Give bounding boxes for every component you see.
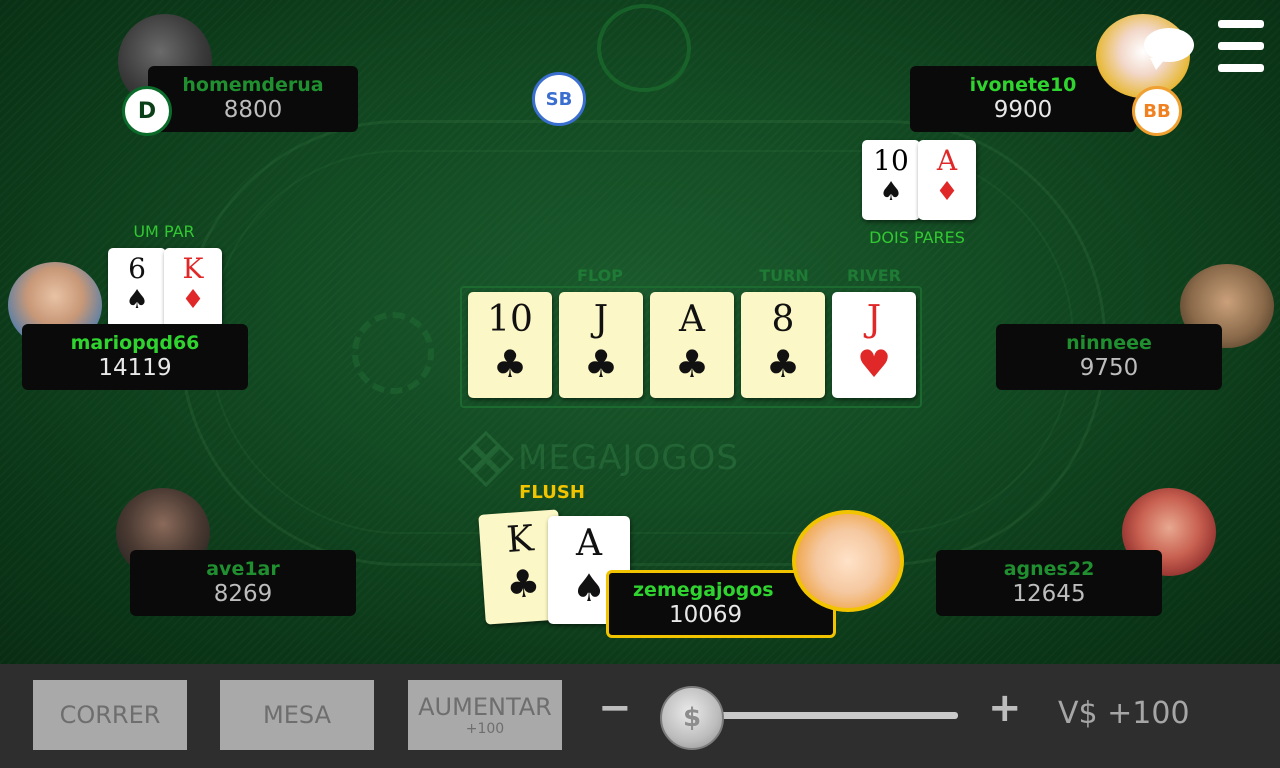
fold-label: CORRER bbox=[59, 701, 161, 729]
chat-bubble-icon[interactable] bbox=[1144, 28, 1194, 70]
raise-button[interactable]: AUMENTAR +100 bbox=[408, 680, 562, 750]
card-suit: ♦ bbox=[181, 285, 205, 315]
minus-icon: − bbox=[598, 685, 632, 731]
player-stack: 9750 bbox=[1079, 355, 1139, 381]
card-suit: ♠ bbox=[879, 177, 903, 207]
card-suit: ♣ bbox=[504, 560, 542, 608]
menu-icon[interactable] bbox=[1218, 20, 1264, 72]
big-blind-marker: BB bbox=[1132, 86, 1182, 136]
card-rank: 10 bbox=[873, 144, 909, 177]
player-card: 6 ♠ bbox=[108, 248, 166, 328]
raise-amount: +100 bbox=[465, 721, 505, 737]
player-card: A ♦ bbox=[918, 140, 976, 220]
river-label: RIVER bbox=[847, 266, 901, 285]
watermark-text: MEGAJOGOS bbox=[518, 438, 739, 478]
seat-homemderua[interactable]: homemderua 8800 bbox=[148, 66, 358, 132]
chip-decoration-icon bbox=[352, 312, 434, 394]
player-name: homemderua bbox=[182, 74, 324, 96]
plus-icon: + bbox=[988, 685, 1022, 731]
card-suit: ♦ bbox=[935, 177, 959, 207]
avatar-zemegajogos[interactable] bbox=[792, 510, 904, 612]
card-rank: K bbox=[505, 518, 535, 561]
card-rank: A bbox=[936, 144, 958, 177]
seat-ninneee[interactable]: ninneee 9750 bbox=[996, 324, 1222, 390]
board-card-2: J ♣ bbox=[559, 292, 643, 398]
fold-button[interactable]: CORRER bbox=[33, 680, 187, 750]
board-card-5: J ♥ bbox=[832, 292, 916, 398]
player-name: mariopqd66 bbox=[70, 332, 200, 354]
player-stack: 14119 bbox=[98, 355, 172, 381]
megajogos-watermark: MEGAJOGOS bbox=[457, 428, 792, 488]
player-stack: 10069 bbox=[669, 602, 743, 628]
board-card-1: 10 ♣ bbox=[468, 292, 552, 398]
card-rank: 10 bbox=[487, 299, 533, 340]
decrease-bet-button[interactable]: − bbox=[592, 684, 638, 732]
card-rank: 8 bbox=[771, 299, 795, 340]
card-rank: J bbox=[866, 299, 882, 340]
card-rank: K bbox=[182, 252, 204, 285]
board-card-3: A ♣ bbox=[650, 292, 734, 398]
small-blind-marker: SB bbox=[532, 72, 586, 126]
card-suit: ♥ bbox=[856, 342, 892, 386]
big-blind-label: BB bbox=[1143, 100, 1171, 122]
check-button[interactable]: MESA bbox=[220, 680, 374, 750]
seat-ave1ar[interactable]: ave1ar 8269 bbox=[130, 550, 356, 616]
player-name: ave1ar bbox=[206, 558, 280, 580]
megajogos-logo-icon bbox=[457, 430, 515, 488]
board-card-4: 8 ♣ bbox=[741, 292, 825, 398]
card-rank: 6 bbox=[128, 252, 146, 285]
card-suit: ♣ bbox=[583, 342, 619, 386]
card-rank: A bbox=[576, 523, 602, 564]
player-name: agnes22 bbox=[1003, 558, 1095, 580]
player-stack: 8800 bbox=[223, 97, 283, 123]
seat-agnes22[interactable]: agnes22 12645 bbox=[936, 550, 1162, 616]
player-name: ninneee bbox=[1066, 332, 1152, 354]
card-suit: ♣ bbox=[492, 342, 528, 386]
dealer-label: D bbox=[137, 98, 157, 124]
increase-bet-button[interactable]: + bbox=[982, 684, 1028, 732]
card-rank: J bbox=[593, 299, 609, 340]
card-suit: ♣ bbox=[674, 342, 710, 386]
small-blind-label: SB bbox=[545, 88, 573, 110]
player-name: ivonete10 bbox=[969, 74, 1077, 96]
raise-label: AUMENTAR bbox=[418, 693, 552, 721]
seat-mariopqd66[interactable]: mariopqd66 14119 bbox=[22, 324, 248, 390]
player-name: zemegajogos bbox=[633, 579, 774, 601]
card-suit: ♠ bbox=[571, 566, 607, 610]
hand-rank-label: DOIS PARES bbox=[869, 228, 965, 247]
bet-slider-knob[interactable]: $ bbox=[660, 686, 724, 750]
player-stack: 8269 bbox=[213, 581, 273, 607]
top-ring-decoration bbox=[597, 4, 691, 92]
card-rank: A bbox=[679, 299, 705, 340]
player-card: K ♦ bbox=[164, 248, 222, 328]
dealer-button: D bbox=[122, 86, 172, 136]
bet-amount: V$ +100 bbox=[1058, 696, 1190, 731]
card-suit: ♣ bbox=[765, 342, 801, 386]
flop-label: FLOP bbox=[577, 266, 623, 285]
hand-rank-label: FLUSH bbox=[519, 482, 585, 503]
check-label: MESA bbox=[263, 701, 331, 729]
player-card: 10 ♠ bbox=[862, 140, 920, 220]
player-stack: 12645 bbox=[1012, 581, 1086, 607]
dollar-icon: $ bbox=[682, 703, 702, 733]
turn-label: TURN bbox=[759, 266, 809, 285]
card-suit: ♠ bbox=[125, 285, 149, 315]
hand-rank-label: UM PAR bbox=[133, 222, 195, 241]
player-stack: 9900 bbox=[993, 97, 1053, 123]
